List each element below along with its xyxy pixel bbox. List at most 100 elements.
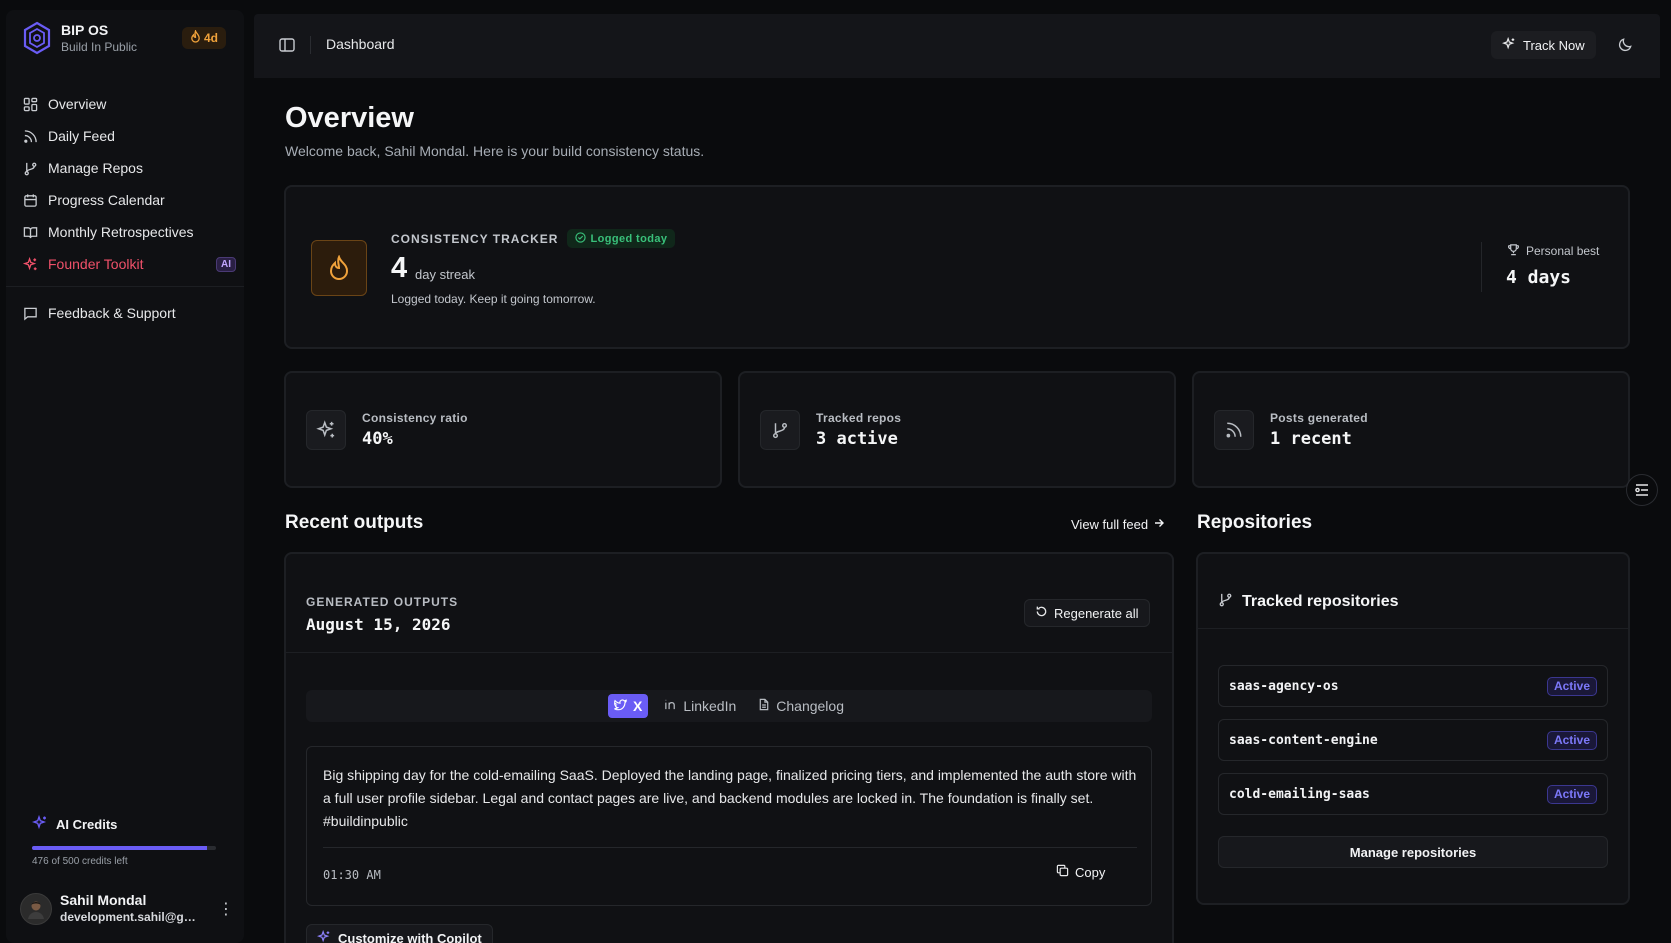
sidebar-item-label: Manage Repos bbox=[48, 160, 143, 176]
sidebar-nav: Overview Daily Feed Manage Repos Progres… bbox=[16, 88, 240, 280]
list-filter-icon[interactable] bbox=[1626, 474, 1658, 506]
repo-name: saas-content-engine bbox=[1229, 732, 1378, 748]
copy-icon bbox=[1056, 864, 1069, 880]
sidebar-item-feedback[interactable]: Feedback & Support bbox=[16, 297, 240, 329]
ai-badge: AI bbox=[216, 256, 236, 272]
repo-name: cold-emailing-saas bbox=[1229, 786, 1370, 802]
track-now-button[interactable]: Track Now bbox=[1491, 31, 1596, 59]
git-branch-icon bbox=[1218, 592, 1233, 612]
post-text: Big shipping day for the cold-emailing S… bbox=[323, 767, 1137, 829]
tracker-note: Logged today. Keep it going tomorrow. bbox=[391, 292, 596, 306]
streak-unit: day streak bbox=[415, 267, 475, 282]
page-breadcrumb: Dashboard bbox=[326, 36, 395, 52]
stat-value: 40% bbox=[362, 429, 393, 449]
rss-icon bbox=[1214, 410, 1254, 450]
twitter-icon bbox=[614, 698, 628, 714]
personal-best-divider bbox=[1481, 242, 1482, 292]
view-full-feed-link[interactable]: View full feed bbox=[1071, 517, 1165, 532]
user-profile[interactable]: Sahil Mondal development.sahil@gmail.com… bbox=[20, 892, 238, 925]
tab-changelog[interactable]: Changelog bbox=[752, 694, 850, 718]
sidebar: BIP OS Build In Public 4d Overview Daily… bbox=[6, 10, 244, 943]
sparkles-icon bbox=[306, 410, 346, 450]
tracked-repositories-title: Tracked repositories bbox=[1242, 593, 1399, 610]
credits-progress-fill bbox=[32, 846, 208, 850]
page-subtitle: Welcome back, Sahil Mondal. Here is your… bbox=[285, 143, 705, 159]
tab-label: LinkedIn bbox=[683, 698, 737, 714]
moon-icon[interactable] bbox=[1617, 36, 1635, 54]
flame-icon bbox=[190, 28, 201, 46]
personal-best-label: Personal best bbox=[1507, 243, 1599, 259]
header-divider bbox=[310, 36, 311, 54]
stat-card-tracked-repos: Tracked repos 3 active bbox=[738, 371, 1176, 488]
tab-label: Changelog bbox=[776, 698, 844, 714]
sidebar-item-progress-calendar[interactable]: Progress Calendar bbox=[16, 184, 240, 216]
refresh-icon bbox=[1035, 605, 1048, 621]
repo-row[interactable]: saas-content-engine Active bbox=[1218, 719, 1608, 761]
generated-outputs-date: August 15, 2026 bbox=[306, 615, 451, 634]
sidebar-secondary-nav: Feedback & Support bbox=[16, 297, 240, 329]
page-title: Overview bbox=[285, 102, 414, 134]
hexagon-logo-icon bbox=[22, 20, 52, 56]
repo-name: saas-agency-os bbox=[1229, 678, 1339, 694]
sparkles-icon bbox=[1501, 36, 1516, 54]
sidebar-item-daily-feed[interactable]: Daily Feed bbox=[16, 120, 240, 152]
sidebar-item-overview[interactable]: Overview bbox=[16, 88, 240, 120]
sidebar-item-label: Overview bbox=[48, 96, 107, 112]
message-icon bbox=[22, 305, 38, 321]
copy-label: Copy bbox=[1075, 864, 1106, 880]
arrow-right-icon bbox=[1153, 517, 1165, 532]
tracker-label: CONSISTENCY TRACKER bbox=[391, 231, 559, 246]
generated-outputs-label: GENERATED OUTPUTS bbox=[306, 595, 459, 609]
sidebar-item-label: Daily Feed bbox=[48, 128, 115, 144]
dashboard-icon bbox=[22, 96, 38, 112]
sparkles-icon bbox=[22, 256, 38, 272]
avatar bbox=[20, 892, 52, 925]
platform-tabs: X LinkedIn Changelog bbox=[306, 690, 1152, 722]
streak-badge: 4d bbox=[182, 27, 227, 49]
brand[interactable]: BIP OS Build In Public bbox=[22, 20, 137, 56]
streak-badge-text: 4d bbox=[204, 31, 219, 45]
customize-with-copilot-button[interactable]: Customize with Copilot bbox=[306, 924, 493, 943]
copy-button[interactable]: Copy bbox=[1056, 864, 1105, 880]
repo-row[interactable]: cold-emailing-saas Active bbox=[1218, 773, 1608, 815]
brand-name: BIP OS bbox=[61, 22, 109, 38]
regenerate-all-button[interactable]: Regenerate all bbox=[1024, 599, 1150, 627]
brand-subtitle: Build In Public bbox=[61, 40, 138, 54]
git-branch-icon bbox=[22, 160, 38, 176]
git-branch-icon bbox=[760, 410, 800, 450]
file-icon bbox=[758, 698, 770, 714]
check-circle-icon bbox=[575, 231, 587, 246]
tab-linkedin[interactable]: LinkedIn bbox=[658, 694, 742, 718]
book-icon bbox=[22, 224, 38, 240]
status-badge: Active bbox=[1546, 730, 1597, 750]
sidebar-item-manage-repos[interactable]: Manage Repos bbox=[16, 152, 240, 184]
repo-divider bbox=[1198, 628, 1628, 629]
personal-best-text: Personal best bbox=[1526, 244, 1600, 258]
post-time: 01:30 AM bbox=[323, 868, 381, 882]
view-full-feed-label: View full feed bbox=[1071, 517, 1149, 532]
user-email: development.sahil@gmail.com bbox=[60, 910, 200, 924]
more-vertical-icon[interactable]: ⋮ bbox=[218, 899, 234, 919]
sidebar-toggle-icon[interactable] bbox=[278, 36, 296, 54]
tab-x[interactable]: X bbox=[607, 694, 649, 718]
manage-repositories-button[interactable]: Manage repositories bbox=[1218, 836, 1608, 868]
sidebar-item-monthly-retrospectives[interactable]: Monthly Retrospectives bbox=[16, 216, 240, 248]
credits-text: 476 of 500 credits left bbox=[32, 856, 128, 867]
sidebar-item-label: Progress Calendar bbox=[48, 192, 165, 208]
outputs-divider bbox=[286, 652, 1172, 653]
ai-credits: AI Credits 476 of 500 credits left bbox=[31, 814, 228, 867]
status-badge: Active bbox=[1546, 676, 1597, 696]
calendar-icon bbox=[22, 192, 38, 208]
tracked-repositories-heading: Tracked repositories bbox=[1218, 592, 1399, 612]
trophy-icon bbox=[1507, 243, 1520, 259]
sidebar-item-label: Founder Toolkit bbox=[48, 256, 144, 272]
sidebar-item-founder-toolkit[interactable]: Founder Toolkit AI bbox=[16, 248, 240, 280]
stat-value: 1 recent bbox=[1270, 429, 1352, 449]
flame-icon bbox=[311, 240, 367, 296]
post-divider bbox=[323, 847, 1137, 848]
generated-outputs-card: GENERATED OUTPUTS August 15, 2026 Regene… bbox=[284, 552, 1174, 943]
credits-progress-bar bbox=[32, 846, 216, 850]
sidebar-item-label: Monthly Retrospectives bbox=[48, 224, 194, 240]
repo-row[interactable]: saas-agency-os Active bbox=[1218, 665, 1608, 707]
stat-card-posts-generated: Posts generated 1 recent bbox=[1192, 371, 1630, 488]
